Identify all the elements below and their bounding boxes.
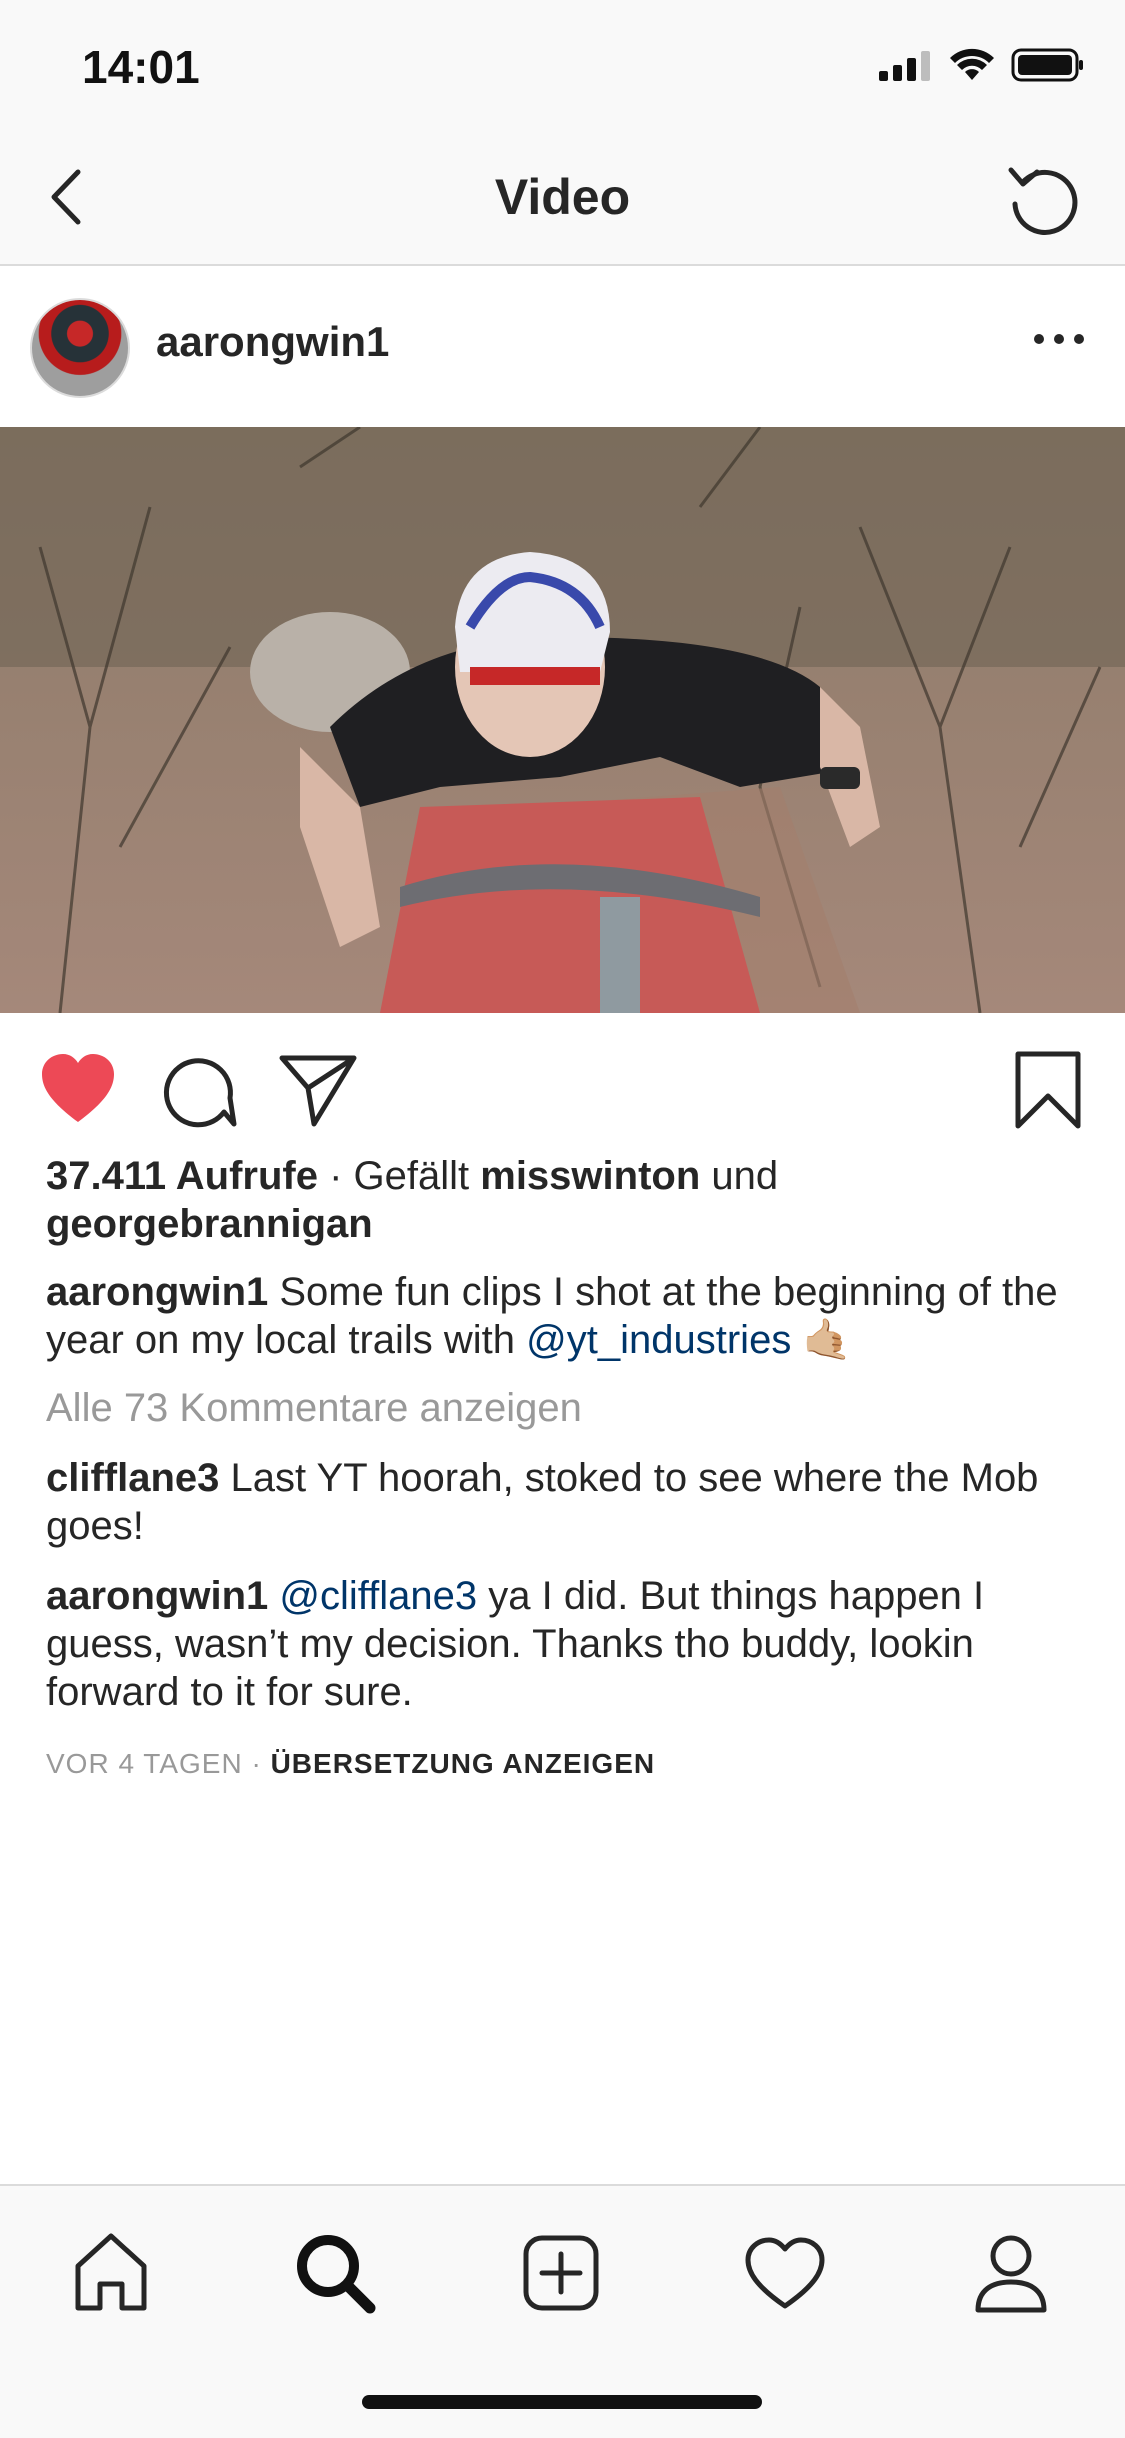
share-icon[interactable] bbox=[278, 1050, 358, 1130]
avatar[interactable] bbox=[30, 298, 130, 398]
post-timestamp: VOR 4 TAGEN bbox=[46, 1748, 243, 1779]
page-title: Video bbox=[494, 169, 631, 225]
bookmark-icon[interactable] bbox=[1008, 1050, 1088, 1130]
refresh-icon[interactable] bbox=[1001, 156, 1085, 240]
comment: clifflane3 Last YT hoorah, stoked to see… bbox=[46, 1454, 1086, 1550]
comment-username[interactable]: aarongwin1 bbox=[46, 1574, 268, 1618]
heart-icon[interactable] bbox=[38, 1050, 118, 1130]
profile-icon[interactable] bbox=[966, 2228, 1056, 2318]
more-options-icon[interactable] bbox=[1029, 324, 1089, 354]
post-content: 37.411 Aufrufe · Gefällt misswinton und g… bbox=[46, 1152, 1086, 1788]
liked-by-user[interactable]: georgebrannigan bbox=[46, 1202, 373, 1246]
comment-icon[interactable] bbox=[158, 1050, 238, 1130]
activity-icon[interactable] bbox=[740, 2228, 830, 2318]
video-frame-image bbox=[0, 427, 1125, 1013]
liked-by-user[interactable]: misswinton bbox=[480, 1154, 700, 1198]
status-time: 14:01 bbox=[82, 41, 200, 93]
cellular-signal-icon bbox=[879, 51, 930, 81]
post-header: aarongwin1 bbox=[0, 266, 1125, 426]
status-bar: 14:01 bbox=[0, 0, 1125, 132]
caption-username[interactable]: aarongwin1 bbox=[46, 1270, 268, 1314]
caption: aarongwin1 Some fun clips I shot at the … bbox=[46, 1268, 1086, 1364]
views-and-likes: 37.411 Aufrufe · Gefällt misswinton und g… bbox=[46, 1152, 1086, 1248]
liked-by-prefix: · Gefällt bbox=[317, 1154, 481, 1198]
post-meta: VOR 4 TAGEN · ÜBERSETZUNG ANZEIGEN bbox=[46, 1740, 1086, 1788]
comment-username[interactable]: clifflane3 bbox=[46, 1456, 219, 1500]
comment: aarongwin1 @clifflane3 ya I did. But thi… bbox=[46, 1572, 1086, 1716]
home-icon[interactable] bbox=[66, 2228, 156, 2318]
wifi-icon bbox=[950, 48, 994, 80]
caption-emoji: 🤙🏼 bbox=[791, 1318, 853, 1362]
battery-icon bbox=[1011, 48, 1083, 82]
liked-by-and: und bbox=[700, 1154, 779, 1198]
post-actions bbox=[0, 1040, 1125, 1130]
view-count[interactable]: 37.411 Aufrufe bbox=[46, 1154, 318, 1198]
navigation-bar: Video bbox=[0, 132, 1125, 266]
search-icon[interactable] bbox=[290, 2228, 380, 2318]
comment-mention[interactable]: @clifflane3 bbox=[268, 1574, 477, 1618]
meta-separator: · bbox=[242, 1748, 271, 1779]
status-icons bbox=[879, 48, 1085, 82]
add-icon[interactable] bbox=[516, 2228, 606, 2318]
caption-mention[interactable]: @yt_industries bbox=[526, 1318, 791, 1362]
view-all-comments-link[interactable]: Alle 73 Kommentare anzeigen bbox=[46, 1384, 1086, 1432]
video-player[interactable] bbox=[0, 427, 1125, 1013]
post-username[interactable]: aarongwin1 bbox=[156, 318, 389, 366]
home-indicator[interactable] bbox=[362, 2395, 762, 2409]
translate-button[interactable]: ÜBERSETZUNG ANZEIGEN bbox=[271, 1748, 656, 1779]
